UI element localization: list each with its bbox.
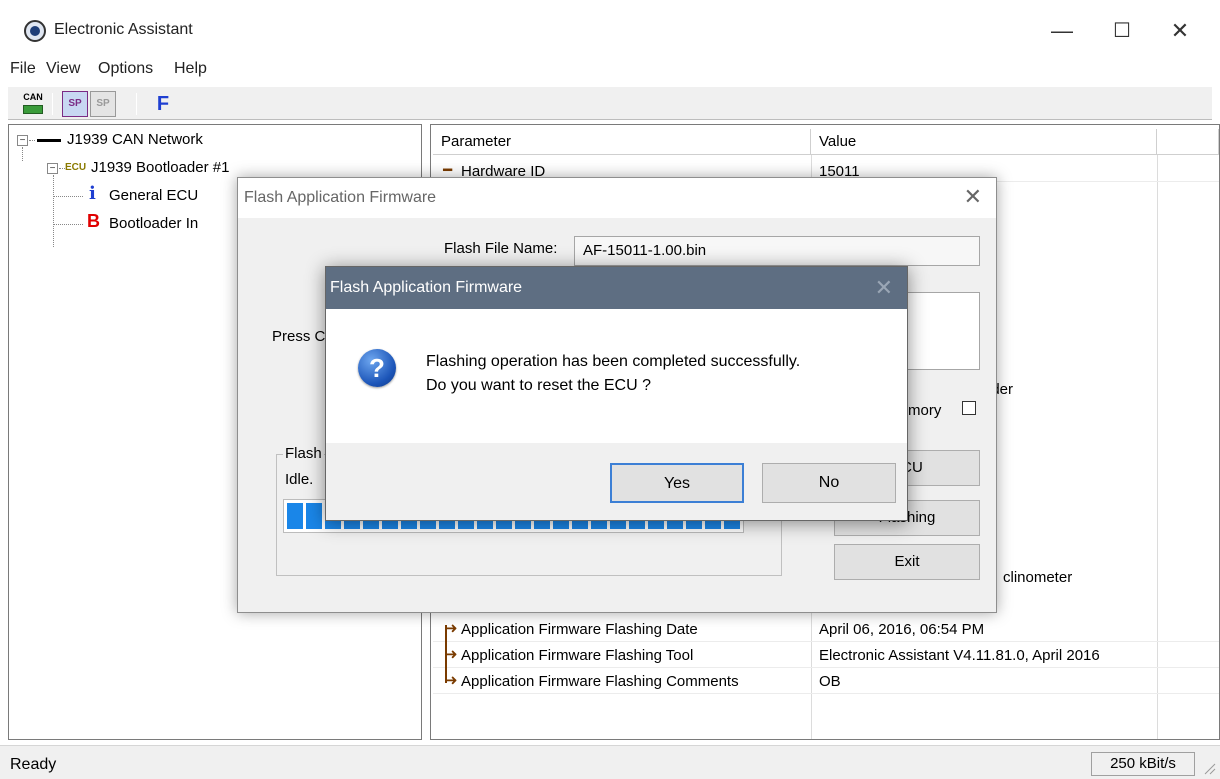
tree-item-ecu[interactable]: J1939 Bootloader #1 bbox=[91, 157, 229, 179]
table-cell-param: Application Firmware Flashing Tool bbox=[461, 647, 694, 664]
minimize-button[interactable]: — bbox=[1042, 14, 1082, 48]
message-line-2: Do you want to reset the ECU ? bbox=[426, 377, 651, 394]
tree-line bbox=[53, 224, 83, 225]
toolbar: CAN SP SP F bbox=[8, 86, 1212, 120]
menu-view[interactable]: View bbox=[46, 60, 80, 78]
column-divider bbox=[1157, 155, 1158, 739]
expander-icon[interactable]: − bbox=[47, 163, 58, 174]
param-tree-icon: ➜ bbox=[445, 672, 458, 689]
instruction-text: Press C bbox=[272, 328, 326, 345]
table-cell-value: OB bbox=[819, 673, 841, 690]
menu-bar: File View Options Help bbox=[0, 56, 1220, 84]
app-title: Electronic Assistant bbox=[54, 21, 193, 38]
info-icon: i bbox=[89, 183, 96, 204]
toolbar-separator bbox=[52, 93, 53, 115]
dialog-title-bar: Flash Application Firmware ✕ bbox=[326, 267, 907, 309]
flash-file-field[interactable]: AF-15011-1.00.bin bbox=[574, 236, 980, 266]
table-cell-value: April 06, 2016, 06:54 PM bbox=[819, 621, 985, 638]
sp-save-icon[interactable]: SP bbox=[90, 91, 116, 117]
tree-item-general-ecu[interactable]: General ECU bbox=[109, 185, 198, 207]
question-icon: ? bbox=[358, 349, 396, 387]
comments-field[interactable] bbox=[904, 292, 980, 370]
param-tree-icon: ➜ bbox=[445, 620, 458, 637]
status-bar: Ready 250 kBit/s bbox=[0, 745, 1220, 779]
dialog-title-bar: Flash Application Firmware ✕ bbox=[238, 178, 996, 218]
dialog-close-button[interactable]: ✕ bbox=[875, 275, 893, 301]
dialog-close-button[interactable]: ✕ bbox=[964, 184, 982, 210]
column-header-value[interactable]: Value bbox=[811, 129, 1157, 155]
no-button[interactable]: No bbox=[762, 463, 896, 503]
column-header-parameter[interactable]: Parameter bbox=[433, 129, 811, 155]
group-title: Flash bbox=[283, 445, 324, 462]
menu-file[interactable]: File bbox=[10, 60, 36, 78]
tree-line bbox=[53, 175, 54, 247]
table-cell-value: Electronic Assistant V4.11.81.0, April 2… bbox=[819, 647, 1100, 664]
flash-status-text: Idle. bbox=[285, 471, 314, 488]
app-logo-icon bbox=[24, 20, 46, 42]
expander-icon[interactable]: − bbox=[17, 135, 28, 146]
menu-help[interactable]: Help bbox=[174, 60, 207, 78]
table-cell-param: Application Firmware Flashing Comments bbox=[461, 673, 739, 690]
tree-line bbox=[53, 196, 83, 197]
param-tree-icon: ➜ bbox=[445, 646, 458, 663]
exit-button[interactable]: Exit bbox=[834, 544, 980, 580]
table-cell-param: Application Firmware Flashing Date bbox=[461, 621, 698, 638]
can-network-icon[interactable]: CAN bbox=[20, 91, 46, 117]
flash-icon[interactable]: F bbox=[150, 91, 176, 117]
tree-item-bootloader[interactable]: Bootloader In bbox=[109, 213, 198, 235]
column-header-empty bbox=[1157, 129, 1219, 155]
message-line-1: Flashing operation has been completed su… bbox=[426, 353, 801, 370]
dialog-body: ? Flashing operation has been completed … bbox=[326, 309, 907, 443]
can-label: CAN bbox=[23, 92, 43, 102]
tree-line bbox=[22, 147, 23, 161]
tree-line bbox=[29, 140, 35, 141]
progress-segment bbox=[287, 503, 303, 529]
network-icon bbox=[37, 139, 61, 142]
dialog-title: Flash Application Firmware bbox=[244, 189, 437, 206]
close-button[interactable]: ✕ bbox=[1160, 14, 1200, 48]
erase-memory-label: mory bbox=[908, 402, 942, 419]
confirm-reset-dialog: Flash Application Firmware ✕ ? Flashing … bbox=[325, 266, 908, 521]
sp-open-icon[interactable]: SP bbox=[62, 91, 88, 117]
title-bar: Electronic Assistant — ☐ ✕ bbox=[0, 0, 1220, 58]
yes-button[interactable]: Yes bbox=[610, 463, 744, 503]
progress-segment bbox=[306, 503, 322, 529]
table-cell-value-partial: clinometer bbox=[1003, 569, 1073, 586]
erase-memory-checkbox[interactable] bbox=[962, 401, 976, 415]
can-network-graphic bbox=[23, 105, 43, 114]
tree-item-network[interactable]: J1939 CAN Network bbox=[67, 129, 203, 151]
status-text: Ready bbox=[10, 756, 57, 773]
bootloader-icon: B bbox=[87, 211, 100, 231]
maximize-button[interactable]: ☐ bbox=[1102, 14, 1142, 48]
ecu-icon: ECU bbox=[65, 162, 87, 173]
resize-grip-icon[interactable] bbox=[1202, 761, 1216, 775]
flash-file-label: Flash File Name: bbox=[444, 240, 558, 257]
dialog-title: Flash Application Firmware bbox=[330, 279, 523, 296]
toolbar-separator bbox=[136, 93, 137, 115]
baud-rate: 250 kBit/s bbox=[1091, 752, 1195, 776]
menu-options[interactable]: Options bbox=[98, 60, 153, 78]
